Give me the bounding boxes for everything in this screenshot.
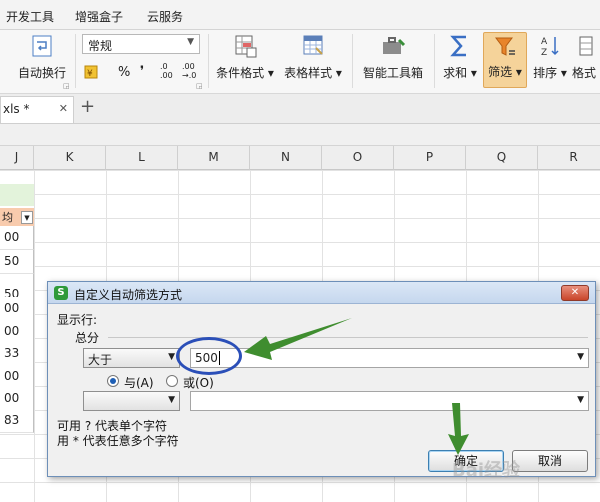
watermark: Bai经验 [452, 460, 521, 481]
arrow-to-ok-button [448, 403, 469, 455]
arrow-to-value-input [244, 318, 352, 360]
annotation-arrows [244, 318, 469, 455]
